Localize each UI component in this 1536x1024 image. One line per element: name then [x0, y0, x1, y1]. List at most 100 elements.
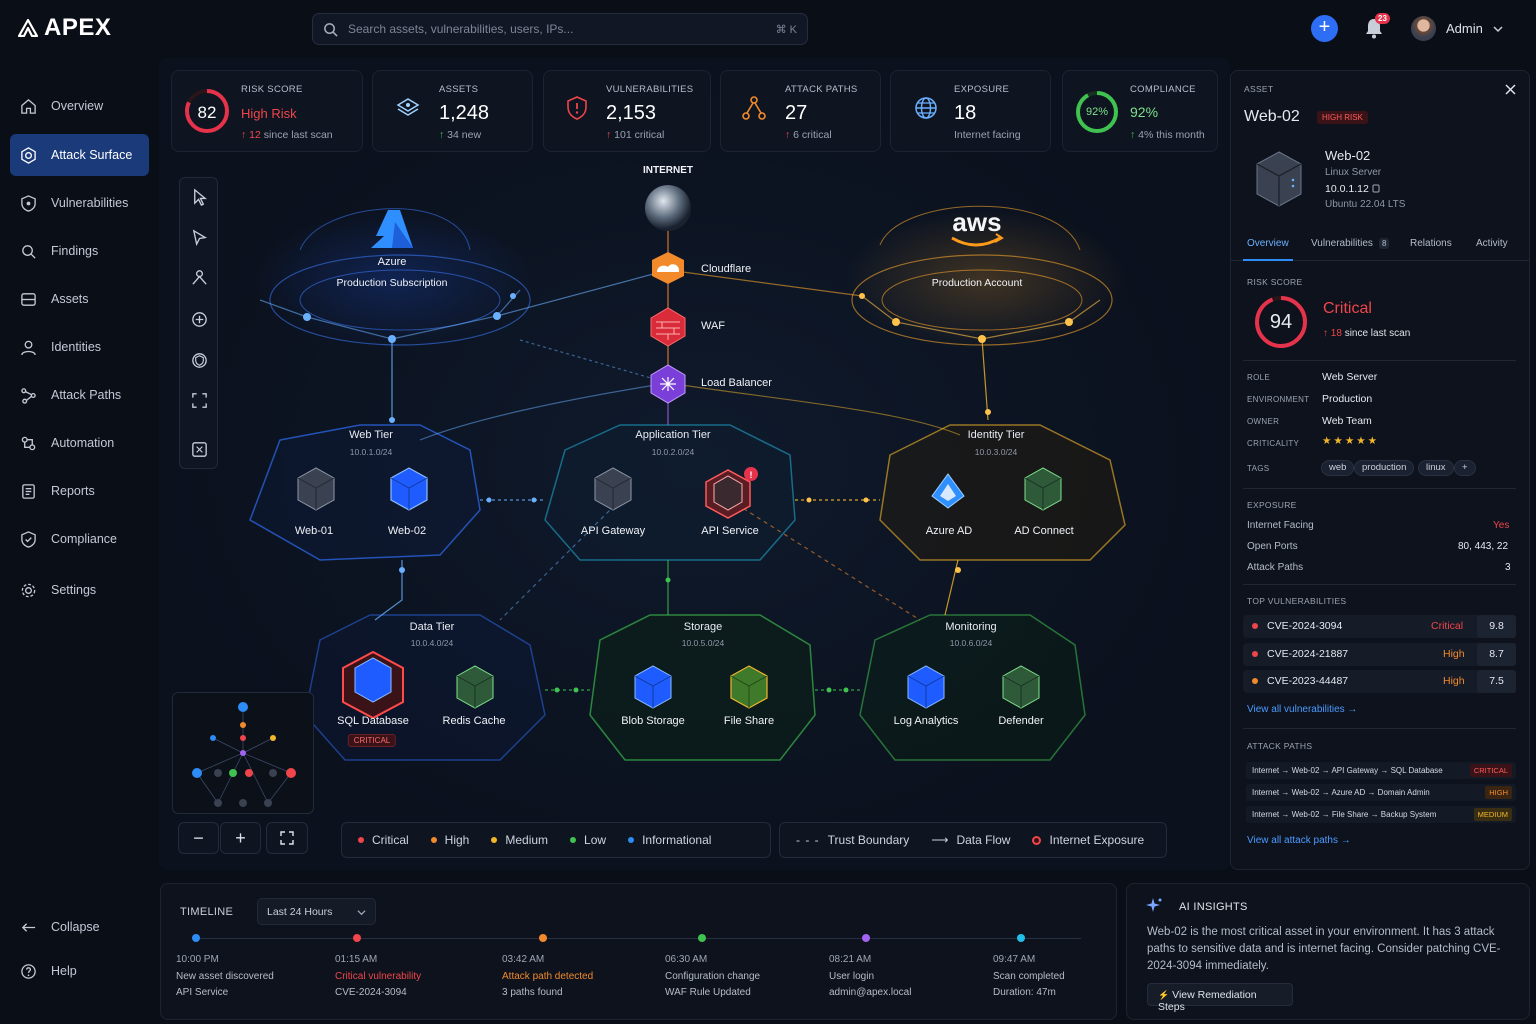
collapse-button[interactable]: Collapse: [10, 906, 149, 948]
cloudflare-icon[interactable]: [652, 252, 684, 284]
vuln-id: CVE-2024-3094: [1267, 620, 1343, 632]
exposure-paths-value: 3: [1505, 562, 1511, 573]
copy-icon[interactable]: [1372, 184, 1381, 193]
panel-asset-name: Web-02: [1325, 148, 1371, 163]
tab-overview[interactable]: Overview: [1247, 238, 1289, 249]
user-name: Admin: [1446, 21, 1483, 36]
active-tab-indicator: [1243, 259, 1293, 261]
attack-path-text: Internet → Web-02 → File Share → Backup …: [1252, 810, 1437, 819]
timeline-event[interactable]: 09:47 AM Scan completed Duration: 47m: [993, 952, 1065, 1002]
timeline-event-dot[interactable]: [1017, 934, 1025, 942]
panel-risk-status: Critical: [1323, 300, 1372, 317]
timeline-event-dot[interactable]: [353, 934, 361, 942]
zoom-in-button[interactable]: +: [220, 822, 261, 854]
attack-path-severity: MEDIUM: [1473, 808, 1512, 821]
vuln-row[interactable]: CVE-2023-44487 High 7.5: [1243, 670, 1516, 693]
timeline-event[interactable]: 03:42 AM Attack path detected 3 paths foun…: [502, 952, 593, 1002]
web-tier-title: Web Tier: [349, 429, 393, 441]
panel-os: Ubuntu 22.04 LTS: [1325, 199, 1406, 210]
app-tier-title: Application Tier: [635, 429, 711, 441]
api-service-label: API Service: [701, 525, 759, 537]
panel-asset-title: Web-02: [1244, 108, 1300, 125]
timeline-event-dot[interactable]: [539, 934, 547, 942]
prop-criticality-key: CRITICALITY: [1247, 439, 1300, 448]
view-all-vulnerabilities-link[interactable]: View all vulnerabilities →: [1247, 704, 1357, 715]
event-title: User login: [829, 970, 875, 982]
fit-screen-button[interactable]: [266, 822, 308, 854]
legend-data-flow: ⟶ Data Flow: [931, 833, 1011, 847]
timeline-event[interactable]: 01:15 AM Critical vulnerability CVE-2024-3…: [335, 952, 421, 1002]
event-detail: WAF Rule Updated: [665, 987, 751, 998]
vuln-row[interactable]: CVE-2024-3094 Critical 9.8: [1243, 615, 1516, 638]
svg-text:!: !: [750, 470, 753, 480]
vuln-severity: High: [1443, 675, 1465, 687]
time-range-select[interactable]: Last 24 Hours: [257, 898, 376, 925]
tag-web[interactable]: web: [1321, 460, 1355, 476]
legend-dot: [628, 837, 635, 843]
avatar: [1411, 16, 1436, 41]
timeline-event[interactable]: 10:00 PM New asset discovered API Service: [176, 952, 274, 1002]
ai-insights-panel: AI INSIGHTS Web-02 is the most critical …: [1126, 883, 1530, 1020]
close-icon[interactable]: [1504, 83, 1517, 96]
view-all-attack-paths-link[interactable]: View all attack paths →: [1247, 835, 1351, 846]
panel-risk-value: 94: [1269, 311, 1293, 333]
tag-production[interactable]: production: [1354, 460, 1415, 476]
server-cube-icon: [1256, 151, 1302, 207]
criticality-stars: ★★★★★: [1322, 435, 1380, 447]
help-label: Help: [51, 964, 77, 978]
tab-vulnerabilities[interactable]: Vulnerabilities: [1311, 238, 1373, 249]
event-title: Scan completed: [993, 970, 1065, 982]
prop-role-value: Web Server: [1322, 371, 1378, 383]
severity-dot: [1252, 651, 1258, 657]
critical-badge: CRITICAL: [347, 734, 397, 747]
exposure-dot-icon: [1032, 835, 1042, 845]
storage-title: Storage: [683, 621, 723, 633]
vuln-score: 8.7: [1477, 643, 1516, 666]
add-tag-button[interactable]: +: [1454, 460, 1476, 476]
tab-activity[interactable]: Activity: [1476, 238, 1508, 249]
line-legend: - - - Trust Boundary ⟶ Data Flow Internet …: [779, 822, 1167, 858]
prop-owner-value: Web Team: [1322, 415, 1372, 427]
help-button[interactable]: Help: [10, 950, 149, 992]
timeline-event-dot[interactable]: [862, 934, 870, 942]
divider: [1243, 360, 1516, 361]
timeline-event[interactable]: 08:21 AM User login admin@apex.local: [829, 952, 911, 1002]
severity-dot: [1252, 678, 1258, 684]
web-01-label: Web-01: [294, 525, 334, 537]
aws-sub-label: Production Account: [931, 277, 1023, 289]
waf-label: WAF: [701, 320, 726, 332]
zoom-out-button[interactable]: −: [178, 822, 219, 854]
minimap[interactable]: [172, 692, 314, 814]
sparkle-icon: [1146, 898, 1162, 912]
event-title: Configuration change: [665, 970, 761, 982]
user-menu[interactable]: Admin: [1411, 16, 1503, 41]
timeline-panel: TIMELINE Last 24 Hours 10:00 PM New asset…: [160, 883, 1117, 1020]
attack-path-row[interactable]: Internet → Web-02 → API Gateway → SQL Da…: [1246, 762, 1516, 779]
tag-linux[interactable]: linux: [1418, 460, 1454, 476]
attack-path-row[interactable]: Internet → Web-02 → File Share → Backup …: [1246, 806, 1516, 823]
timeline-event-dot[interactable]: [698, 934, 706, 942]
cloudflare-label: Cloudflare: [701, 263, 752, 275]
file-share-label: File Share: [723, 715, 775, 727]
vuln-score: 9.8: [1477, 615, 1516, 638]
arrow-right-icon: ⟶: [931, 833, 949, 847]
arrow-left-icon: [21, 922, 36, 932]
attack-path-row[interactable]: Internet → Web-02 → Azure AD → Domain Ad…: [1246, 784, 1516, 801]
waf-icon[interactable]: [650, 307, 686, 347]
legend-critical: Critical: [358, 833, 409, 847]
event-title: New asset discovered: [176, 970, 274, 982]
vuln-row[interactable]: CVE-2024-21887 High 8.7: [1243, 643, 1516, 666]
add-button[interactable]: +: [1311, 15, 1338, 42]
timeline-event[interactable]: 06:30 AM Configuration change WAF Rule Upd…: [665, 952, 760, 1002]
severity-dot: [1252, 623, 1258, 629]
view-remediation-label: View Remediation Steps: [1158, 989, 1257, 1013]
exposure-paths-key: Attack Paths: [1247, 562, 1304, 573]
help-icon: [21, 963, 36, 979]
timeline-event-dot[interactable]: [192, 934, 200, 942]
web-02-label: Web-02: [387, 525, 427, 537]
load-balancer-icon[interactable]: [650, 364, 686, 404]
exposure-internet-key: Internet Facing: [1247, 520, 1314, 531]
tab-relations[interactable]: Relations: [1410, 238, 1452, 249]
internet-globe-icon[interactable]: [645, 185, 691, 231]
view-remediation-button[interactable]: ⚡ View Remediation Steps: [1147, 983, 1293, 1013]
